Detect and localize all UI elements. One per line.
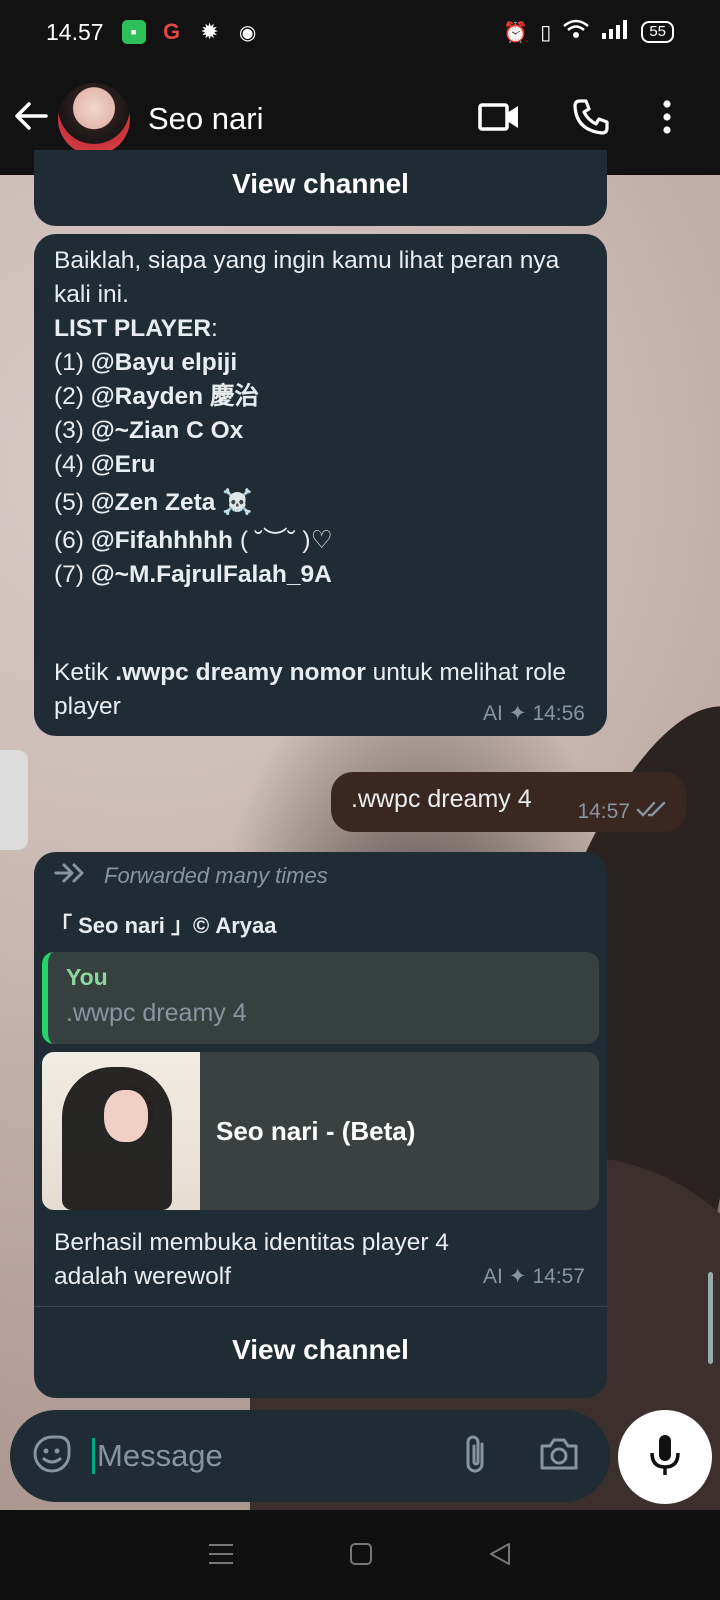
ai-sparkle-icon: ✦ [508, 1265, 527, 1288]
message-text: Baiklah, siapa yang ingin kamu lihat per… [54, 247, 560, 308]
player-number: (4) [54, 451, 91, 478]
player-number: (1) [54, 349, 91, 376]
preview-thumbnail [42, 1052, 200, 1210]
message-bubble[interactable]: Forwarded many times 「 Seo nari 」© Aryaa… [34, 852, 607, 1398]
ai-label: AI [482, 1264, 503, 1288]
vibrate-icon: ▯ [540, 21, 552, 44]
recent-apps-icon[interactable] [207, 1542, 235, 1571]
wifi-icon [563, 19, 590, 45]
g-app-icon: G [163, 19, 181, 44]
player-mention[interactable]: @Eru [91, 451, 156, 478]
attach-icon[interactable] [462, 1434, 488, 1479]
message-bubble[interactable]: View channel [34, 150, 607, 226]
ai-label: AI [482, 701, 503, 725]
player-mention[interactable]: @~M.FajrulFalah_9A [91, 561, 332, 588]
status-time: 14.57 [46, 18, 104, 45]
player-number: (6) [54, 527, 91, 554]
list-colon: : [211, 315, 218, 342]
double-check-icon [636, 800, 668, 824]
avatar[interactable] [58, 83, 130, 155]
player-mention[interactable]: @Fifahhhhh [91, 527, 233, 554]
list-title: LIST PLAYER [54, 315, 212, 342]
player-mention[interactable]: @Rayden 慶治 [91, 383, 259, 410]
player-list-item: (2) @Rayden 慶治 [54, 380, 587, 414]
message-text: Berhasil membuka identitas player 4 adal… [54, 1229, 449, 1290]
microphone-icon [648, 1433, 682, 1482]
ai-sparkle-icon: ✦ [508, 702, 527, 725]
player-list: (1) @Bayu elpiji (2) @Rayden 慶治 (3) @~Zian… [54, 346, 587, 592]
scrollbar[interactable] [708, 1272, 713, 1364]
player-mention[interactable]: @Zen Zeta ☠️ [91, 489, 253, 516]
instruction-command: .wwpc dreamy nomor [115, 659, 366, 686]
player-list-item: (7) @~M.FajrulFalah_9A [54, 558, 587, 592]
view-channel-button[interactable]: View channel [34, 150, 607, 200]
player-number: (3) [54, 417, 91, 444]
back-icon[interactable] [487, 1541, 513, 1572]
message-meta: AI ✦ 14:57 [483, 1264, 585, 1289]
message-text: .wwpc dreamy 4 [351, 785, 532, 813]
player-list-item: (4) @Eru [54, 448, 587, 482]
player-mention[interactable]: @~Zian C Ox [91, 417, 244, 444]
divider [34, 1306, 607, 1307]
player-list-item: (5) @Zen Zeta ☠️ [54, 482, 587, 524]
quote-author: You [66, 964, 108, 990]
channel-name[interactable]: 「 Seo nari 」© Aryaa [42, 890, 599, 950]
voice-record-button[interactable] [618, 1410, 712, 1504]
player-number: (2) [54, 383, 91, 410]
quoted-message[interactable]: You .wwpc dreamy 4 [42, 952, 599, 1044]
message-time: 14:57 [577, 800, 630, 823]
message-bubble-outgoing[interactable]: .wwpc dreamy 4 14:57 [331, 772, 686, 832]
bug-app-icon: ✹ [200, 19, 219, 44]
link-preview-card[interactable]: Seo nari - (Beta) [42, 1052, 599, 1210]
message-bubble[interactable]: Baiklah, siapa yang ingin kamu lihat per… [34, 234, 607, 736]
player-list-item: (3) @~Zian C Ox [54, 414, 587, 448]
app-notification-icon: ■ [121, 20, 146, 44]
system-navigation-bar [0, 1512, 720, 1600]
quote-text: .wwpc dreamy 4 [66, 999, 247, 1027]
voice-call-icon[interactable] [572, 98, 610, 141]
forwarded-icon [54, 862, 92, 890]
message-meta: 14:57 [577, 800, 668, 824]
forwarded-text: Forwarded many times [104, 863, 328, 888]
message-meta: AI ✦ 14:56 [483, 701, 585, 726]
emoji-sticker-icon[interactable] [32, 1434, 72, 1479]
player-number: (7) [54, 561, 91, 588]
more-options-icon[interactable] [662, 99, 672, 139]
player-number: (5) [54, 489, 91, 516]
view-channel-button[interactable]: View channel [34, 1334, 607, 1366]
discord-icon: ◉ [238, 21, 257, 44]
contact-name[interactable]: Seo nari [148, 101, 263, 137]
preview-title: Seo nari - (Beta) [216, 1115, 416, 1146]
message-time: 14:57 [532, 1264, 585, 1288]
home-icon[interactable] [348, 1541, 374, 1572]
status-bar: 14.57 ■ G ✹ ◉ ⏰ ▯ 55 [0, 0, 720, 64]
signal-icon [601, 19, 629, 45]
battery-indicator: 55 [641, 21, 674, 43]
player-list-item: (1) @Bayu elpiji [54, 346, 587, 380]
message-input[interactable]: Message [92, 1438, 223, 1474]
video-call-icon[interactable] [478, 102, 520, 137]
player-suffix: ( ˘︶˘ )♡ [233, 527, 333, 554]
instruction-pre: Ketik [54, 659, 116, 686]
forwarded-label: Forwarded many times [42, 862, 599, 890]
message-input-bar: Message [10, 1410, 610, 1502]
alarm-icon: ⏰ [503, 21, 529, 44]
player-list-item: (6) @Fifahhhhh ( ˘︶˘ )♡ [54, 524, 587, 558]
back-arrow-icon[interactable] [14, 98, 58, 141]
list-heading: LIST PLAYER: [54, 312, 587, 346]
side-panel-handle[interactable] [0, 750, 28, 850]
message-time: 14:56 [532, 701, 585, 725]
player-mention[interactable]: @Bayu elpiji [91, 349, 237, 376]
camera-icon[interactable] [538, 1436, 580, 1477]
